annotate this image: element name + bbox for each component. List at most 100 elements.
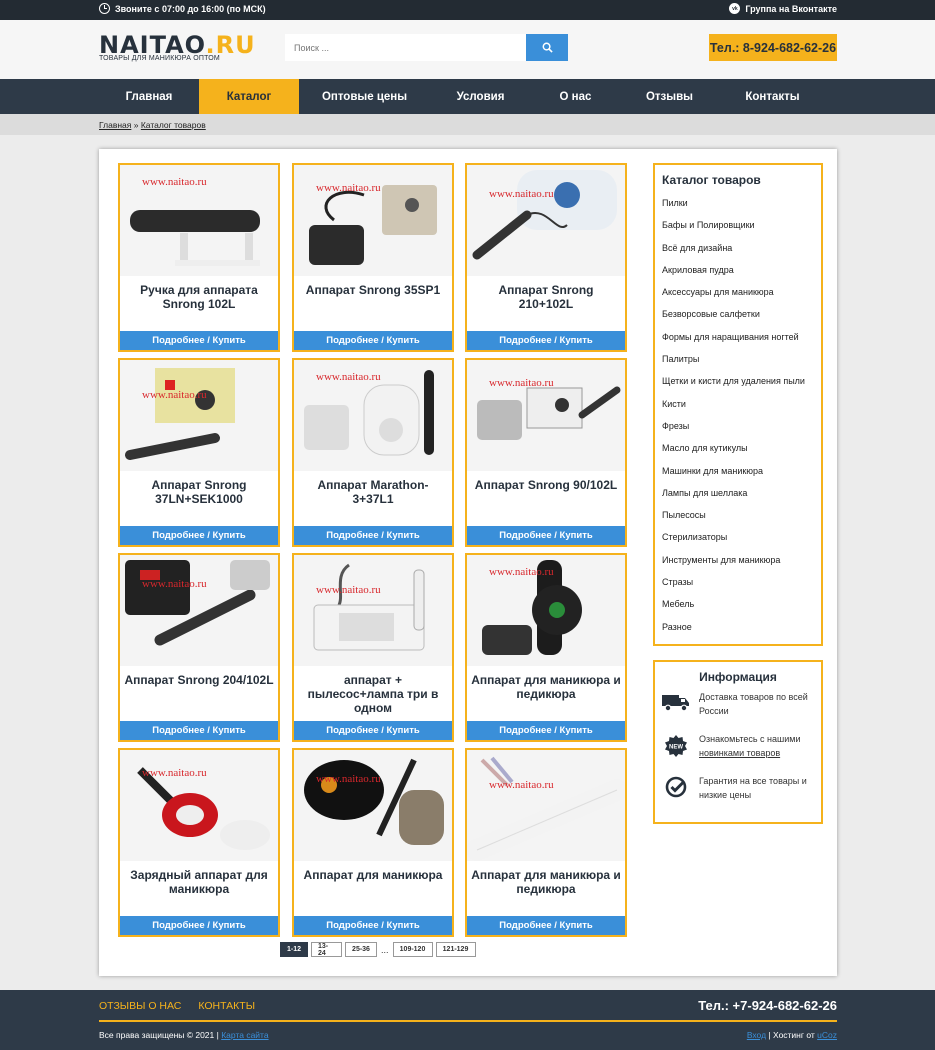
catalog-item[interactable]: Лампы для шеллака <box>662 488 805 510</box>
nav-about[interactable]: О нас <box>531 79 620 114</box>
nav-reviews[interactable]: Отзывы <box>620 79 719 114</box>
details-buy-button[interactable]: Подробнее / Купить <box>294 916 452 935</box>
product-title[interactable]: Ручка для аппарата Snrong 102L <box>124 283 274 311</box>
product-title[interactable]: Аппарат Snrong 90/102L <box>471 478 621 492</box>
product-image[interactable]: www.naitao.ru <box>120 360 278 471</box>
footer-contacts-link[interactable]: КОНТАКТЫ <box>198 1000 255 1012</box>
nav-wholesale-prices[interactable]: Оптовые цены <box>299 79 430 114</box>
page-link[interactable]: 109-120 <box>392 942 433 957</box>
footer-reviews-link[interactable]: ОТЗЫВЫ О НАС <box>99 1000 181 1012</box>
catalog-item[interactable]: Безворсовые салфетки <box>662 309 805 331</box>
product-image[interactable]: www.naitao.ru <box>120 555 278 666</box>
product-card[interactable]: www.naitao.ru Аппарат для маникюра и педи… <box>465 748 627 937</box>
footer-phone[interactable]: Тел.: +7-924-682-62-26 <box>698 998 837 1013</box>
vk-group-link[interactable]: vk Группа на Вконтакте <box>729 3 837 14</box>
product-card[interactable]: www.naitao.ru Аппарат для маникюра Подробн… <box>292 748 454 937</box>
catalog-item[interactable]: Разное <box>662 622 805 644</box>
hosting-info: Вход | Хостинг от uCoz <box>747 1030 837 1040</box>
product-card[interactable]: www.naitao.ru Ручка для аппарата Snrong 1… <box>118 163 280 352</box>
site-footer: ОТЗЫВЫ О НАС КОНТАКТЫ Тел.: +7-924-682-6… <box>0 990 935 1050</box>
product-title[interactable]: Аппарат Snrong 37LN+SEK1000 <box>124 478 274 506</box>
catalog-item[interactable]: Кисти <box>662 399 805 421</box>
catalog-item[interactable]: Стразы <box>662 577 805 599</box>
product-image[interactable]: www.naitao.ru <box>294 750 452 861</box>
product-title[interactable]: Аппарат Snrong 35SP1 <box>298 283 448 297</box>
page-link[interactable]: 25-36 <box>345 942 377 957</box>
details-buy-button[interactable]: Подробнее / Купить <box>120 916 278 935</box>
product-image[interactable]: www.naitao.ru <box>120 165 278 276</box>
product-card[interactable]: www.naitao.ru Зарядный аппарат для маникю… <box>118 748 280 937</box>
catalog-item[interactable]: Стерилизаторы <box>662 532 805 554</box>
product-card[interactable]: www.naitao.ru аппарат + пылесос+лампа три… <box>292 553 454 742</box>
page-link[interactable]: 1-12 <box>280 942 308 957</box>
product-image[interactable]: www.naitao.ru <box>467 750 625 861</box>
product-title[interactable]: Аппарат Marathon-3+37L1 <box>298 478 448 506</box>
catalog-item[interactable]: Масло для кутикулы <box>662 443 805 465</box>
product-card[interactable]: www.naitao.ru Аппарат Snrong 204/102L Подр… <box>118 553 280 742</box>
page-link[interactable]: 121-129 <box>435 942 476 957</box>
catalog-item[interactable]: Щетки и кисти для удаления пыли <box>662 376 805 398</box>
product-title[interactable]: Аппарат для маникюра и педикюра <box>471 868 621 896</box>
nav-home[interactable]: Главная <box>99 79 199 114</box>
search-input[interactable] <box>285 34 526 61</box>
product-title[interactable]: Аппарат для маникюра и педикюра <box>471 673 621 701</box>
nav-catalog[interactable]: Каталог <box>199 79 299 114</box>
catalog-item[interactable]: Бафы и Полировщики <box>662 220 805 242</box>
catalog-title: Каталог товаров <box>662 173 761 187</box>
catalog-item[interactable]: Инструменты для маникюра <box>662 555 805 577</box>
breadcrumb-current[interactable]: Каталог товаров <box>141 120 206 130</box>
product-title[interactable]: Аппарат Snrong 210+102L <box>471 283 621 311</box>
copyright-text: Все права защищены © 2021 | <box>99 1030 219 1040</box>
product-title[interactable]: Зарядный аппарат для маникюра <box>124 868 274 896</box>
product-image[interactable]: www.naitao.ru <box>294 165 452 276</box>
catalog-item[interactable]: Пылесосы <box>662 510 805 532</box>
details-buy-button[interactable]: Подробнее / Купить <box>294 331 452 350</box>
product-image[interactable]: www.naitao.ru <box>294 555 452 666</box>
catalog-item[interactable]: Палитры <box>662 354 805 376</box>
catalog-item[interactable]: Акриловая пудра <box>662 265 805 287</box>
product-card[interactable]: www.naitao.ru Аппарат Snrong 90/102L Подро… <box>465 358 627 547</box>
catalog-item[interactable]: Машинки для маникюра <box>662 466 805 488</box>
product-card[interactable]: www.naitao.ru Аппарат Snrong 210+102L Подр… <box>465 163 627 352</box>
site-logo[interactable]: NAITAO.RU ТОВАРЫ ДЛЯ МАНИКЮРА ОПТОМ <box>99 33 256 62</box>
search-button[interactable] <box>526 34 568 61</box>
product-card[interactable]: www.naitao.ru Аппарат Marathon-3+37L1 Подр… <box>292 358 454 547</box>
new-products-link[interactable]: новинками товаров <box>699 748 780 758</box>
catalog-item[interactable]: Пилки <box>662 198 805 220</box>
details-buy-button[interactable]: Подробнее / Купить <box>294 721 452 740</box>
page-link[interactable]: 13-24 <box>311 942 342 957</box>
product-image[interactable]: www.naitao.ru <box>467 360 625 471</box>
nav-contacts[interactable]: Контакты <box>719 79 826 114</box>
product-image[interactable]: www.naitao.ru <box>467 555 625 666</box>
nav-conditions[interactable]: Условия <box>430 79 531 114</box>
catalog-item[interactable]: Фрезы <box>662 421 805 443</box>
details-buy-button[interactable]: Подробнее / Купить <box>120 721 278 740</box>
product-image[interactable]: www.naitao.ru <box>467 165 625 276</box>
work-hours-text: Звоните с 07:00 до 16:00 (по МСК) <box>115 3 266 14</box>
product-card[interactable]: www.naitao.ru Аппарат Snrong 35SP1 Подробн… <box>292 163 454 352</box>
details-buy-button[interactable]: Подробнее / Купить <box>467 916 625 935</box>
login-link[interactable]: Вход <box>747 1030 766 1040</box>
vk-group-text[interactable]: Группа на Вконтакте <box>745 4 837 14</box>
product-title[interactable]: Аппарат для маникюра <box>298 868 448 882</box>
product-card[interactable]: www.naitao.ru Аппарат для маникюра и педи… <box>465 553 627 742</box>
header-phone[interactable]: Тел.: 8-924-682-62-26 <box>709 34 837 61</box>
product-title[interactable]: Аппарат Snrong 204/102L <box>124 673 274 687</box>
breadcrumb-home[interactable]: Главная <box>99 120 131 130</box>
details-buy-button[interactable]: Подробнее / Купить <box>467 721 625 740</box>
catalog-item[interactable]: Всё для дизайна <box>662 243 805 265</box>
product-card[interactable]: www.naitao.ru Аппарат Snrong 37LN+SEK1000… <box>118 358 280 547</box>
details-buy-button[interactable]: Подробнее / Купить <box>120 526 278 545</box>
catalog-item[interactable]: Аксессуары для маникюра <box>662 287 805 309</box>
details-buy-button[interactable]: Подробнее / Купить <box>467 331 625 350</box>
product-image[interactable]: www.naitao.ru <box>294 360 452 471</box>
details-buy-button[interactable]: Подробнее / Купить <box>294 526 452 545</box>
details-buy-button[interactable]: Подробнее / Купить <box>467 526 625 545</box>
ucoz-link[interactable]: uCoz <box>817 1030 837 1040</box>
catalog-item[interactable]: Мебель <box>662 599 805 621</box>
sitemap-link[interactable]: Карта сайта <box>221 1030 268 1040</box>
product-image[interactable]: www.naitao.ru <box>120 750 278 861</box>
product-title[interactable]: аппарат + пылесос+лампа три в одном <box>298 673 448 715</box>
catalog-item[interactable]: Формы для наращивания ногтей <box>662 332 805 354</box>
details-buy-button[interactable]: Подробнее / Купить <box>120 331 278 350</box>
